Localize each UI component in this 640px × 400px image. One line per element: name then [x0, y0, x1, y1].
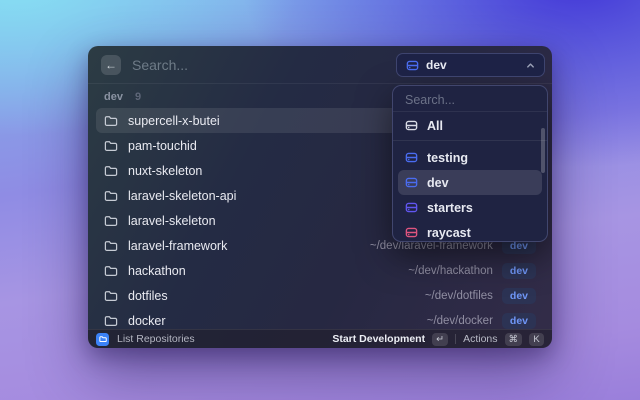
filter-selected-value: dev	[426, 58, 447, 72]
folder-icon	[104, 139, 118, 153]
drive-icon	[405, 119, 418, 132]
dropdown-item[interactable]: dev	[398, 170, 542, 195]
folder-icon	[104, 264, 118, 278]
drive-icon	[406, 59, 419, 72]
dropdown-item[interactable]: raycast	[398, 220, 542, 241]
repo-accessories: ~/dev/hackathon dev	[408, 262, 536, 279]
section-label: dev	[104, 91, 123, 103]
folder-icon	[104, 114, 118, 128]
chevron-up-icon	[526, 61, 535, 70]
dropdown-item-label: testing	[427, 150, 468, 165]
folder-icon	[104, 289, 118, 303]
dropdown-group-repos: testing dev starters raycast open-source	[393, 144, 547, 241]
search-input[interactable]: Search...	[132, 57, 188, 73]
repo-accessories: ~/dev/dotfiles dev	[424, 287, 536, 304]
dropdown-item[interactable]: starters	[398, 195, 542, 220]
repo-name: hackathon	[128, 263, 186, 278]
dropdown-item-label: dev	[427, 175, 449, 190]
folder-icon	[104, 189, 118, 203]
dropdown-item-label: raycast	[427, 225, 471, 240]
repo-accessories: ~/dev/docker dev	[426, 312, 536, 329]
repo-tag-badge: dev	[501, 287, 536, 304]
k-key-icon: K	[529, 332, 544, 346]
folder-icon	[104, 214, 118, 228]
dropdown-item-label: All	[427, 118, 443, 133]
repo-path: ~/dev/dotfiles	[424, 289, 493, 302]
repo-name: supercell-x-butei	[128, 113, 220, 128]
repo-row[interactable]: hackathon ~/dev/hackathon dev	[96, 258, 544, 283]
repo-path: ~/dev/docker	[426, 314, 493, 327]
primary-action-button[interactable]: Start Development	[332, 333, 425, 345]
repo-name: laravel-framework	[128, 238, 228, 253]
footer-divider	[455, 334, 457, 344]
drive-icon	[405, 176, 418, 189]
repo-row[interactable]: dotfiles ~/dev/dotfiles dev	[96, 283, 544, 308]
repo-tag-badge: dev	[501, 312, 536, 329]
cmd-key-icon: ⌘	[504, 332, 522, 346]
folder-icon	[104, 314, 118, 328]
drive-icon	[405, 226, 418, 239]
dropdown-separator	[393, 140, 547, 141]
back-arrow-icon: ←	[105, 57, 117, 72]
dropdown-item-label: starters	[427, 200, 473, 215]
section-count: 9	[134, 91, 142, 103]
repo-name: dotfiles	[128, 288, 168, 303]
repo-tag-badge: dev	[501, 262, 536, 279]
repo-name: laravel-skeleton	[128, 213, 216, 228]
dropdown-item[interactable]: All	[398, 113, 542, 138]
enter-key-icon: ↵	[432, 332, 449, 346]
raycast-window: ← Search... dev Search... All testing de	[88, 46, 552, 348]
repo-name: laravel-skeleton-api	[128, 188, 237, 203]
folder-icon	[104, 164, 118, 178]
dropdown-item[interactable]: testing	[398, 145, 542, 170]
back-button[interactable]: ←	[101, 54, 121, 75]
repo-filter-select[interactable]: dev	[396, 53, 545, 77]
drive-icon	[405, 151, 418, 164]
dropdown-scrollbar[interactable]	[541, 128, 545, 173]
repo-path: ~/dev/hackathon	[408, 264, 493, 277]
command-title: List Repositories	[117, 333, 195, 345]
repo-name: docker	[128, 313, 166, 328]
footer-bar: List Repositories Start Development ↵ Ac…	[88, 329, 552, 348]
drive-icon	[405, 201, 418, 214]
folder-icon	[104, 239, 118, 253]
extension-folder-icon	[96, 332, 109, 346]
repo-name: pam-touchid	[128, 138, 197, 153]
actions-button[interactable]: Actions	[463, 333, 497, 345]
filter-dropdown-panel: Search... All testing dev starters rayca…	[392, 85, 548, 242]
dropdown-search-input[interactable]: Search...	[393, 86, 547, 112]
repo-row[interactable]: docker ~/dev/docker dev	[96, 308, 544, 329]
repo-name: nuxt-skeleton	[128, 163, 203, 178]
dropdown-group-all: All	[393, 112, 547, 138]
